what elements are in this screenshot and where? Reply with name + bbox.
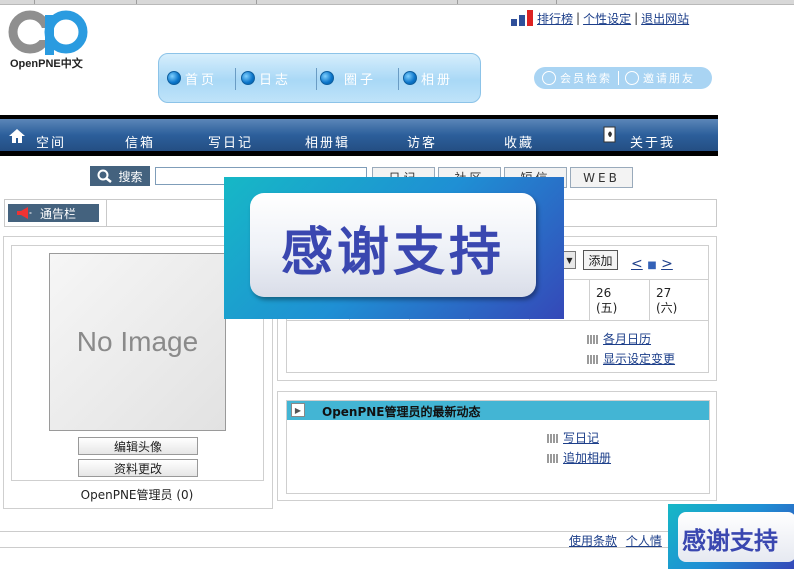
search-button[interactable]: 搜索 [90,166,150,186]
arrow-icon [547,434,559,443]
nav-home[interactable]: 首页 [167,69,217,88]
monthly-calendar-link[interactable]: 各月日历 [603,332,651,346]
calendar-today[interactable]: ■ [647,260,656,271]
nav-community[interactable]: 圈子 [320,69,376,88]
personal-settings-link[interactable]: 个性设定 [583,10,631,27]
book-icon [603,126,616,143]
news-title: OpenPNE管理员的最新动态 [322,405,481,419]
tab-divider [556,0,557,4]
tab-divider [136,0,137,4]
thanks-text: 感谢支持 [280,223,505,283]
home-icon [9,129,25,143]
nav-visitors[interactable]: 访客 [407,132,437,151]
news-link-item: 追加相册 [547,449,611,466]
play-arrow-icon: ▶ [291,403,305,417]
bullet-icon [167,71,181,85]
profile-name: OpenPNE管理员 (0) [80,488,194,502]
thanks-banner-small: 感谢支持 [668,504,794,569]
tab-divider [457,0,458,4]
month-select[interactable]: ▼ [563,251,576,269]
arrow-icon [547,454,559,463]
arrow-icon [587,335,599,344]
news-link-item: 写日记 [547,429,599,446]
terms-link[interactable]: 使用条款 [569,534,617,548]
logout-link[interactable]: 退出网站 [641,10,689,27]
nav-album-collection[interactable]: 相册辑 [305,132,350,151]
main-nav: 首页 日志 圈子 相册 [158,53,481,103]
tab-divider [256,0,257,4]
edit-avatar-button[interactable]: 编辑头像 [78,437,198,455]
calendar-day-cell: 26 (五) [589,279,649,321]
calendar-link-item: 各月日历 [587,330,651,347]
megaphone-icon [17,207,32,219]
nav-favorites[interactable]: 收藏 [504,132,534,151]
ranking-link[interactable]: 排行榜 [537,10,573,27]
nav-album[interactable]: 相册 [403,69,453,88]
nav-diary[interactable]: 日志 [241,69,291,88]
notice-label[interactable]: 通告栏 [8,204,99,222]
thanks-text: 感谢支持 [682,527,778,555]
ranking-icon [511,10,535,26]
calendar-day-cell: 27 (六) [649,279,709,321]
top-links: 排行榜 | 个性设定 | 退出网站 [511,9,689,27]
calendar-prev[interactable]: < [631,256,643,272]
search-tab-web[interactable]: WEB [570,167,633,188]
bullet-icon [241,71,255,85]
write-diary-link[interactable]: 写日记 [563,431,599,445]
user-icon [625,71,639,85]
bullet-icon [320,71,334,85]
calendar-next[interactable]: > [661,256,673,272]
invite-friends-link[interactable]: 邀请朋友 [643,70,695,86]
edit-profile-button[interactable]: 资料更改 [78,459,198,477]
display-settings-link[interactable]: 显示设定变更 [603,352,675,366]
nav-about-me[interactable]: 关于我 [630,132,675,151]
calendar-nav: < ■ > [631,256,673,272]
nav-space[interactable]: 空间 [36,132,66,151]
member-search-link[interactable]: 会员检索 [560,70,612,86]
search-icon [542,71,556,85]
browser-tab-strip [0,0,794,5]
thanks-banner: 感谢支持 [224,177,564,319]
calendar-link-item: 显示设定变更 [587,350,675,367]
privacy-link[interactable]: 个人情 [626,534,662,548]
magnifier-icon [97,169,113,183]
add-album-link[interactable]: 追加相册 [563,451,611,465]
bullet-icon [403,71,417,85]
footer-links: 使用条款 个人情 [569,532,662,549]
arrow-icon [587,355,599,364]
tab-divider [34,0,35,4]
sub-nav: 空间 信箱 写日记 相册辑 访客 收藏 关于我 [0,115,718,156]
avatar: No Image [49,253,226,431]
logo-text: OpenPNE中文 [10,58,83,70]
member-actions: 会员检索 邀请朋友 [534,67,712,89]
nav-mailbox[interactable]: 信箱 [125,132,155,151]
nav-write-diary[interactable]: 写日记 [208,132,253,151]
add-button[interactable]: 添加 [583,250,618,270]
